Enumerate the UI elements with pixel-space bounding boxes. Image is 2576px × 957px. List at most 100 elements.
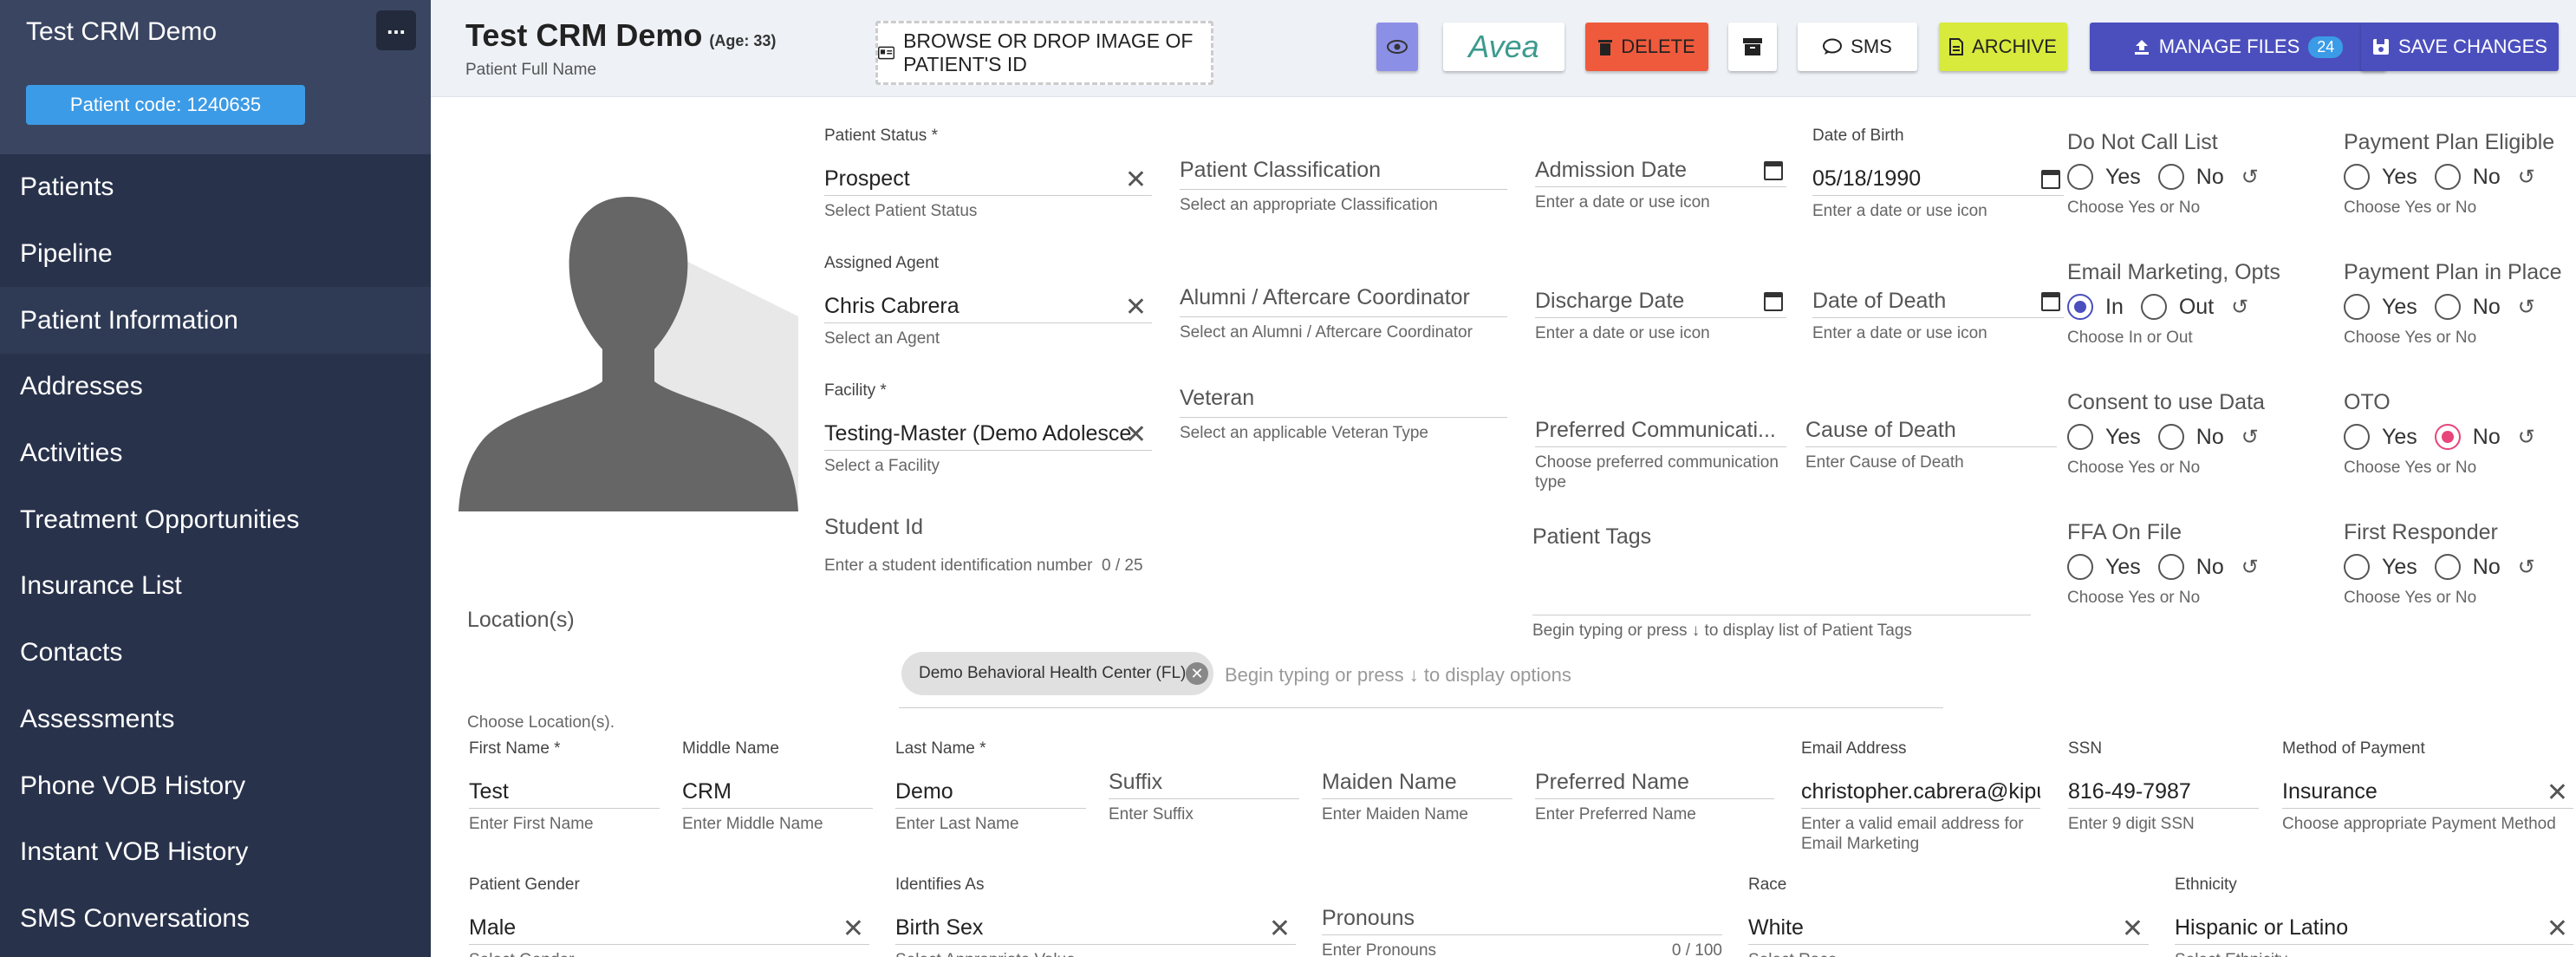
radio-icon[interactable] xyxy=(2157,554,2184,580)
radio-icon[interactable] xyxy=(2434,164,2461,190)
clear-icon[interactable]: ✕ xyxy=(1125,166,1147,194)
clear-icon[interactable]: ✕ xyxy=(2547,915,2568,943)
avea-button[interactable]: Avea xyxy=(1443,23,1564,71)
sidebar-item-instant-vob-history[interactable]: Instant VOB History xyxy=(0,819,431,886)
clear-icon[interactable]: ✕ xyxy=(2122,915,2143,943)
identifies-as-select[interactable]: Birth Sex ✕ xyxy=(895,915,1296,945)
radio-icon[interactable] xyxy=(2067,554,2093,580)
discharge-date-field[interactable]: Discharge Date Enter a date or use icon xyxy=(1535,289,1786,343)
radio-icon[interactable] xyxy=(2157,164,2184,190)
first-name-field[interactable]: First Name * Test Enter First Name xyxy=(469,739,660,834)
sidebar-item-pipeline[interactable]: Pipeline xyxy=(0,221,431,288)
radio-icon[interactable] xyxy=(2140,294,2167,320)
browse-id-image-button[interactable]: BROWSE OR DROP IMAGE OF PATIENT'S ID xyxy=(875,21,1213,85)
last-name-input[interactable]: Demo xyxy=(895,779,1086,809)
sidebar-item-insurance-list[interactable]: Insurance List xyxy=(0,553,431,620)
sidebar-item-patients[interactable]: Patients xyxy=(0,154,431,221)
reset-icon[interactable]: ↺ xyxy=(2518,425,2535,450)
payment-method-select[interactable]: Insurance ✕ xyxy=(2282,779,2573,809)
email-marketing-in[interactable]: In xyxy=(2067,294,2124,320)
archive-button[interactable]: ARCHIVE xyxy=(1939,23,2067,71)
box-button[interactable] xyxy=(1728,23,1777,71)
facility-field[interactable]: Facility * Testing-Master (Demo Adolesce… xyxy=(824,381,1152,476)
patient-tags-input[interactable] xyxy=(1532,550,2031,615)
sidebar-item-activities[interactable]: Activities xyxy=(0,420,431,487)
admission-date-input[interactable]: Admission Date xyxy=(1535,158,1786,187)
reset-icon[interactable]: ↺ xyxy=(2241,425,2259,450)
more-options-button[interactable]: ... xyxy=(376,10,416,50)
ssn-input[interactable]: 816-49-7987 xyxy=(2068,779,2259,809)
first-responder-yes[interactable]: Yes xyxy=(2344,554,2417,580)
patient-photo[interactable] xyxy=(459,134,798,511)
delete-button[interactable]: DELETE xyxy=(1585,23,1708,71)
identifies-as-field[interactable]: Identifies As Birth Sex ✕ Select Appropri… xyxy=(895,876,1296,957)
dod-field[interactable]: Date of Death Enter a date or use icon xyxy=(1812,289,2064,343)
clear-icon[interactable]: ✕ xyxy=(2547,779,2568,807)
payment-plan-in-place-yes[interactable]: Yes xyxy=(2344,294,2417,320)
dob-input[interactable]: 05/18/1990 xyxy=(1812,166,2064,196)
race-select[interactable]: White ✕ xyxy=(1748,915,2149,945)
oto-no[interactable]: No xyxy=(2434,424,2501,450)
payment-plan-in-place-no[interactable]: No xyxy=(2434,294,2501,320)
clear-icon[interactable]: ✕ xyxy=(842,915,864,943)
save-changes-button[interactable]: SAVE CHANGES xyxy=(2361,23,2559,71)
radio-selected-icon[interactable] xyxy=(2067,294,2093,320)
oto-yes[interactable]: Yes xyxy=(2344,424,2417,450)
ethnicity-select[interactable]: Hispanic or Latino ✕ xyxy=(2175,915,2573,945)
maiden-name-field[interactable]: Maiden Name Enter Maiden Name xyxy=(1322,770,1512,824)
gender-select[interactable]: Male ✕ xyxy=(469,915,869,945)
patient-code-badge[interactable]: Patient code: 1240635 xyxy=(26,85,305,125)
payment-plan-eligible-no[interactable]: No xyxy=(2434,164,2501,190)
veteran-field[interactable]: Veteran Select an applicable Veteran Typ… xyxy=(1180,386,1507,443)
radio-icon[interactable] xyxy=(2067,424,2093,450)
do-not-call-no[interactable]: No xyxy=(2157,164,2224,190)
suffix-field[interactable]: Suffix Enter Suffix xyxy=(1109,770,1299,824)
email-field[interactable]: Email Address christopher.cabrera@kipu E… xyxy=(1801,739,2040,854)
sidebar-item-contacts[interactable]: Contacts xyxy=(0,620,431,687)
radio-icon[interactable] xyxy=(2344,424,2370,450)
dod-input[interactable]: Date of Death xyxy=(1812,289,2064,318)
radio-icon[interactable] xyxy=(2434,554,2461,580)
email-marketing-out[interactable]: Out xyxy=(2140,294,2214,320)
manage-files-button[interactable]: MANAGE FILES 24 xyxy=(2090,23,2386,71)
sidebar-item-sms-conversations[interactable]: SMS Conversations xyxy=(0,886,431,953)
calendar-icon[interactable] xyxy=(1764,292,1783,311)
patient-status-field[interactable]: Patient Status * Prospect ✕ Select Patien… xyxy=(824,127,1152,221)
remove-chip-icon[interactable]: ✕ xyxy=(1186,662,1208,685)
reset-icon[interactable]: ↺ xyxy=(2241,165,2259,190)
last-name-field[interactable]: Last Name * Demo Enter Last Name xyxy=(895,739,1086,834)
patient-tags-field[interactable]: Patient Tags Begin typing or press ↓ to … xyxy=(1532,524,2031,641)
reset-icon[interactable]: ↺ xyxy=(2518,165,2535,190)
preferred-communication-input[interactable]: Preferred Communicati... xyxy=(1535,418,1786,447)
view-button[interactable] xyxy=(1376,23,1418,71)
sidebar-item-addresses[interactable]: Addresses xyxy=(0,354,431,420)
cause-of-death-field[interactable]: Cause of Death Enter Cause of Death xyxy=(1805,418,2057,472)
sidebar-item-patient-information[interactable]: Patient Information xyxy=(0,287,431,355)
payment-method-field[interactable]: Method of Payment Insurance ✕ Choose appr… xyxy=(2282,739,2573,834)
locations-input[interactable]: Begin typing or press ↓ to display optio… xyxy=(1225,664,1571,687)
radio-icon[interactable] xyxy=(2344,164,2370,190)
ffa-yes[interactable]: Yes xyxy=(2067,554,2141,580)
preferred-name-field[interactable]: Preferred Name Enter Preferred Name xyxy=(1535,770,1774,824)
patient-status-value[interactable]: Prospect ✕ xyxy=(824,166,1152,196)
clear-icon[interactable]: ✕ xyxy=(1125,421,1147,449)
consent-yes[interactable]: Yes xyxy=(2067,424,2141,450)
gender-field[interactable]: Patient Gender Male ✕ Select Gender xyxy=(469,876,869,957)
email-input[interactable]: christopher.cabrera@kipu xyxy=(1801,779,2040,809)
calendar-icon[interactable] xyxy=(2041,292,2060,311)
reset-icon[interactable]: ↺ xyxy=(2518,295,2535,320)
payment-plan-eligible-yes[interactable]: Yes xyxy=(2344,164,2417,190)
middle-name-field[interactable]: Middle Name CRM Enter Middle Name xyxy=(682,739,873,834)
student-id-field[interactable]: Student Id Enter a student identificatio… xyxy=(824,515,1152,576)
assigned-agent-field[interactable]: Assigned Agent Chris Cabrera ✕ Select an … xyxy=(824,254,1152,348)
do-not-call-yes[interactable]: Yes xyxy=(2067,164,2141,190)
clear-icon[interactable]: ✕ xyxy=(1125,294,1147,322)
first-responder-no[interactable]: No xyxy=(2434,554,2501,580)
suffix-input[interactable]: Suffix xyxy=(1109,770,1299,799)
radio-icon[interactable] xyxy=(2344,294,2370,320)
alumni-coordinator-field[interactable]: Alumni / Aftercare Coordinator Select an… xyxy=(1180,285,1507,342)
pronouns-input[interactable]: Pronouns xyxy=(1322,906,1722,935)
pronouns-field[interactable]: Pronouns Enter Pronouns 0 / 100 xyxy=(1322,906,1722,957)
race-field[interactable]: Race White ✕ Select Race xyxy=(1748,876,2149,957)
admission-date-field[interactable]: Admission Date Enter a date or use icon xyxy=(1535,158,1786,212)
